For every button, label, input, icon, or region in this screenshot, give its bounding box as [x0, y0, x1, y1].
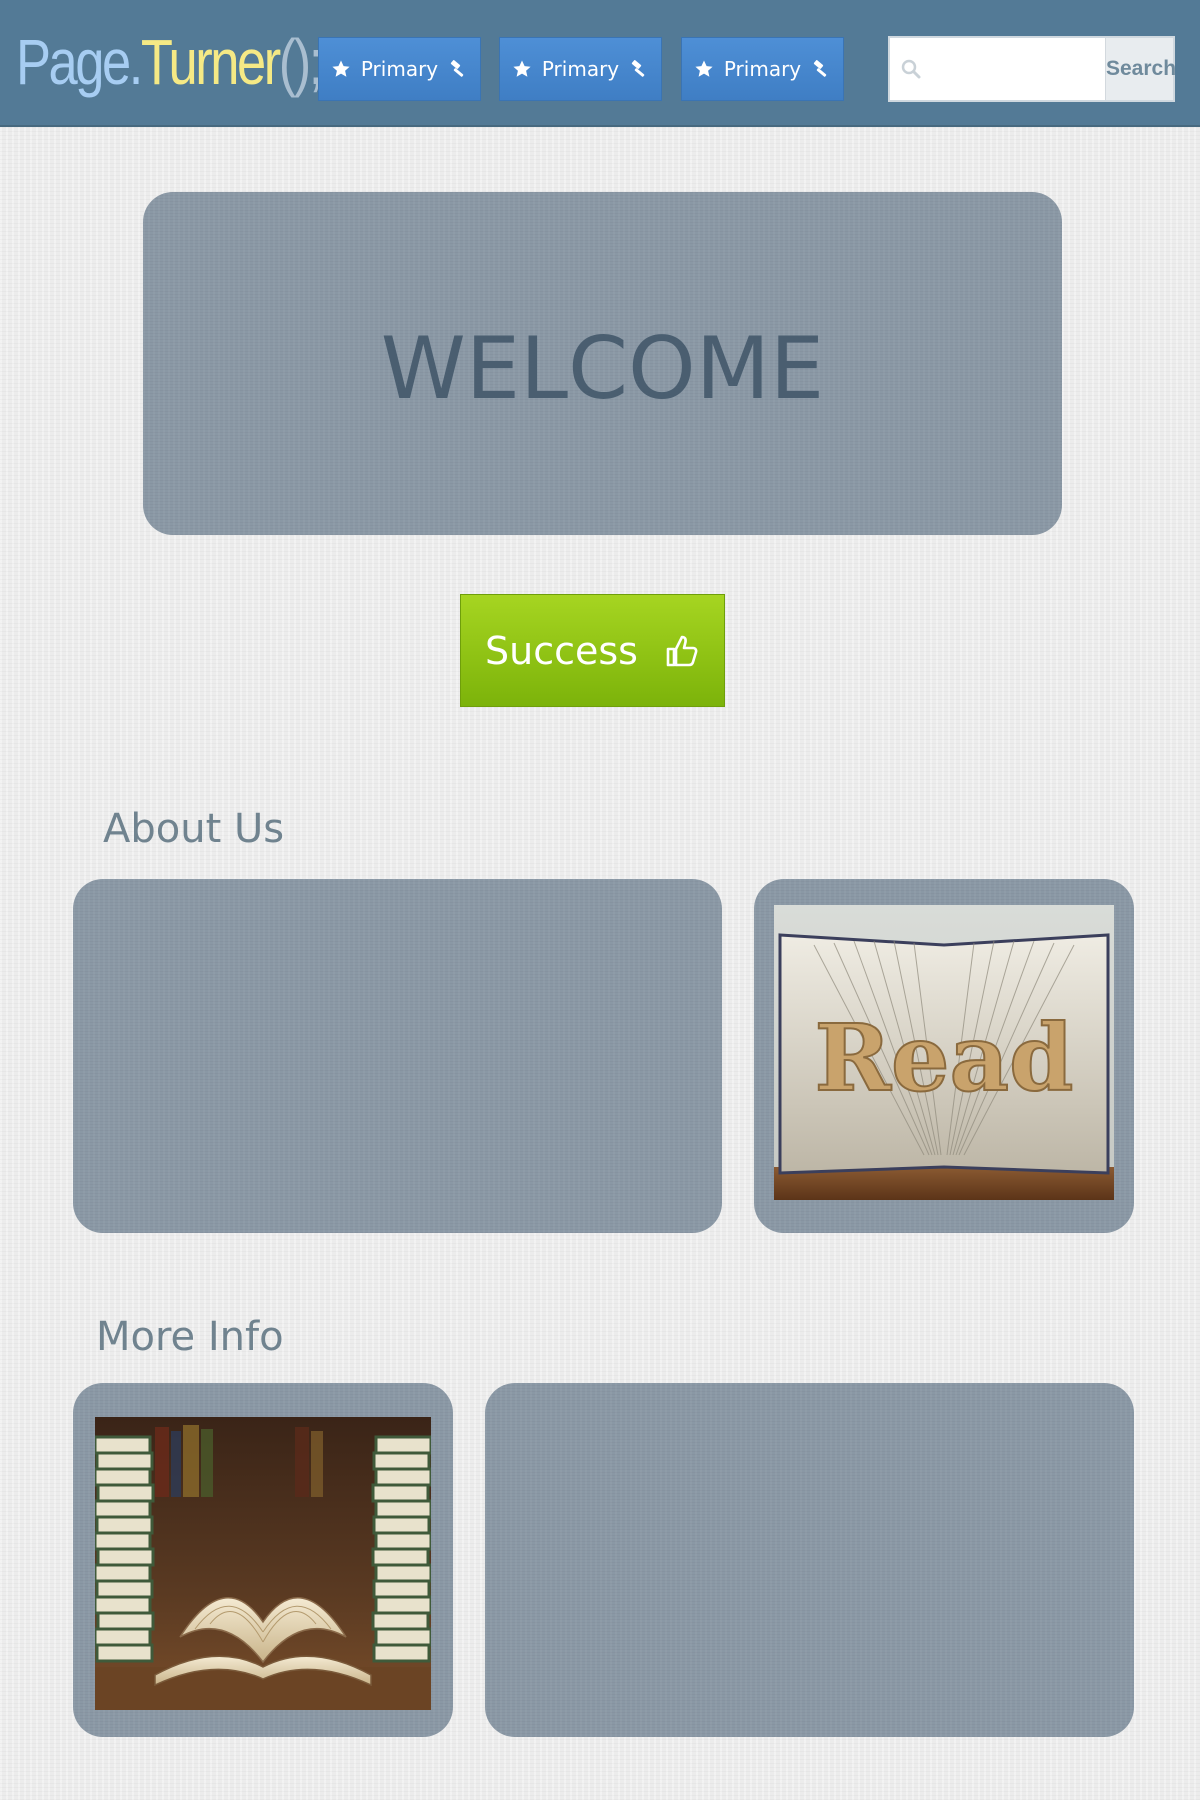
nav-button-label: Primary	[541, 57, 620, 81]
search-box: Search	[888, 36, 1176, 102]
site-logo[interactable]: Page.Turner();	[16, 22, 324, 102]
nav-button-label: Primary	[723, 57, 802, 81]
star-icon	[332, 60, 350, 77]
nav-button-label: Primary	[360, 57, 439, 81]
logo-text-page: Page.	[16, 26, 143, 98]
star-icon	[695, 60, 713, 77]
hammer-icon	[450, 60, 464, 77]
hammer-icon	[631, 60, 645, 77]
more-info-image-panel	[73, 1383, 453, 1737]
success-button-label: Success	[485, 628, 638, 673]
open-books-image	[95, 1417, 431, 1710]
search-input[interactable]	[928, 40, 1093, 98]
search-icon	[901, 59, 921, 79]
nav-button-primary-2[interactable]: Primary	[499, 37, 662, 101]
welcome-panel: WELCOME	[143, 192, 1062, 535]
nav-button-primary-3[interactable]: Primary	[681, 37, 844, 101]
about-us-content-panel	[73, 879, 722, 1233]
thumbs-up-icon	[666, 635, 698, 666]
folded-book-read-image: Read	[774, 905, 1114, 1200]
top-navbar: Page.Turner(); Primary Primary Primary S…	[0, 0, 1200, 127]
svg-text:Read: Read	[815, 1004, 1074, 1112]
more-info-heading: More Info	[96, 1314, 284, 1360]
hammer-icon	[813, 60, 827, 77]
about-us-image-panel: Read	[754, 879, 1134, 1233]
star-icon	[513, 60, 531, 77]
success-button[interactable]: Success	[460, 594, 725, 707]
logo-text-parens: ();	[278, 26, 324, 98]
welcome-heading: WELCOME	[380, 318, 825, 419]
logo-text-turner: Turner	[140, 26, 281, 98]
search-button[interactable]: Search	[1105, 38, 1176, 100]
nav-button-primary-1[interactable]: Primary	[318, 37, 481, 101]
about-us-heading: About Us	[103, 806, 285, 852]
more-info-content-panel	[485, 1383, 1134, 1737]
